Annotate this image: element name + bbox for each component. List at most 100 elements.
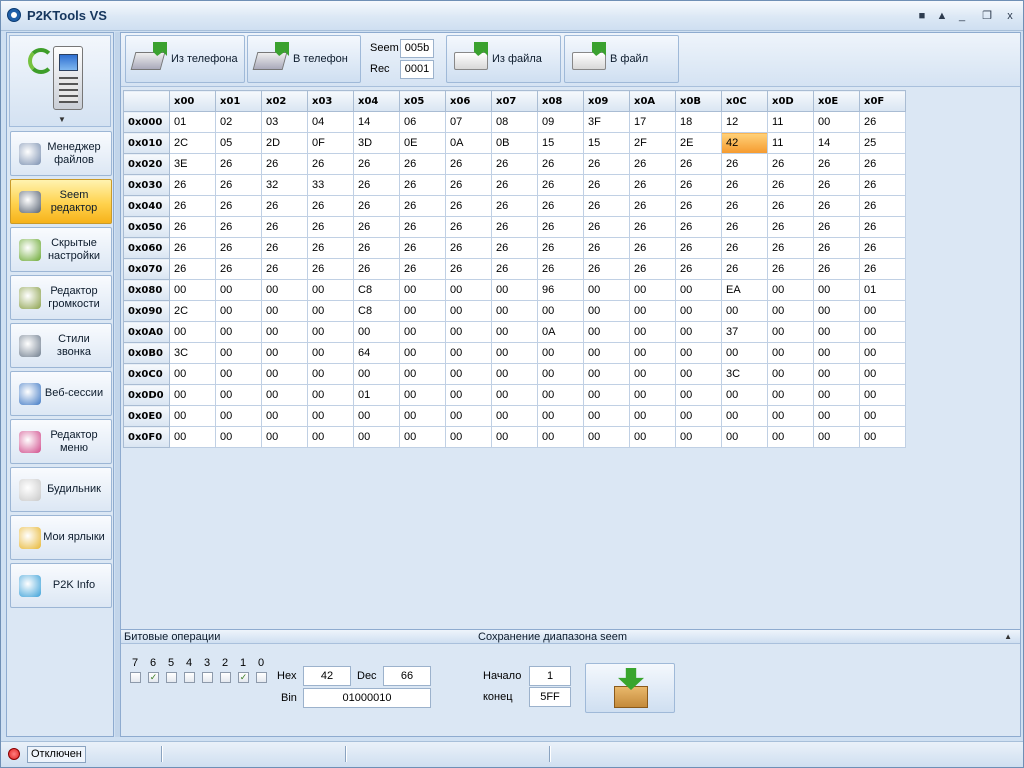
byte-cell[interactable]: 0A [445, 132, 492, 154]
byte-cell[interactable]: 12 [721, 111, 768, 133]
byte-cell[interactable]: 00 [583, 342, 630, 364]
byte-cell[interactable]: 00 [629, 321, 676, 343]
byte-cell[interactable]: 26 [629, 153, 676, 175]
row-address-header[interactable]: 0x050 [123, 216, 170, 238]
row-address-header[interactable]: 0x0B0 [123, 342, 170, 364]
byte-cell[interactable]: 00 [859, 342, 906, 364]
window-close-button[interactable]: x [1002, 9, 1018, 23]
byte-cell[interactable]: 26 [859, 111, 906, 133]
byte-cell[interactable]: 00 [353, 426, 400, 448]
byte-cell[interactable]: 26 [675, 174, 722, 196]
byte-cell[interactable]: 00 [629, 342, 676, 364]
byte-cell[interactable]: 3E [169, 153, 216, 175]
byte-cell[interactable]: 00 [721, 384, 768, 406]
byte-cell[interactable]: 26 [537, 174, 584, 196]
byte-cell[interactable]: 2E [675, 132, 722, 154]
byte-cell[interactable]: 00 [767, 300, 814, 322]
byte-cell[interactable]: 3C [721, 363, 768, 385]
bit-checkbox[interactable]: ✓ [238, 672, 249, 683]
byte-cell[interactable]: 26 [491, 258, 538, 280]
byte-cell[interactable]: 00 [583, 321, 630, 343]
byte-cell[interactable]: 26 [629, 195, 676, 217]
byte-cell[interactable]: 26 [215, 174, 262, 196]
byte-cell[interactable]: 26 [583, 174, 630, 196]
byte-cell[interactable]: 26 [629, 174, 676, 196]
byte-cell[interactable]: 09 [537, 111, 584, 133]
byte-cell[interactable]: 26 [675, 216, 722, 238]
byte-cell[interactable]: 64 [353, 342, 400, 364]
byte-cell[interactable]: 26 [859, 195, 906, 217]
byte-cell[interactable]: 00 [399, 426, 446, 448]
byte-cell[interactable]: 2C [169, 132, 216, 154]
byte-cell[interactable]: 00 [445, 363, 492, 385]
byte-cell[interactable]: 00 [537, 384, 584, 406]
byte-cell[interactable]: 26 [445, 216, 492, 238]
column-header[interactable]: x02 [261, 90, 308, 112]
byte-cell[interactable]: 00 [445, 405, 492, 427]
byte-cell[interactable]: 26 [353, 258, 400, 280]
sidebar-item-volume-editor[interactable]: Редактор громкости [10, 275, 112, 320]
byte-cell[interactable]: 00 [261, 342, 308, 364]
byte-cell[interactable]: 00 [399, 363, 446, 385]
row-address-header[interactable]: 0x080 [123, 279, 170, 301]
byte-cell[interactable]: 00 [399, 384, 446, 406]
row-address-header[interactable]: 0x090 [123, 300, 170, 322]
byte-cell[interactable]: 26 [721, 237, 768, 259]
byte-cell[interactable]: 01 [353, 384, 400, 406]
byte-cell[interactable]: 00 [583, 363, 630, 385]
byte-cell[interactable]: 18 [675, 111, 722, 133]
byte-cell[interactable]: 00 [445, 342, 492, 364]
byte-cell[interactable]: 26 [583, 195, 630, 217]
byte-cell[interactable]: 00 [215, 300, 262, 322]
row-address-header[interactable]: 0x0C0 [123, 363, 170, 385]
byte-cell[interactable]: 26 [169, 174, 216, 196]
byte-cell[interactable]: 00 [307, 342, 354, 364]
byte-cell[interactable]: 00 [859, 405, 906, 427]
byte-cell[interactable]: 26 [399, 216, 446, 238]
byte-cell[interactable]: 00 [445, 300, 492, 322]
byte-cell[interactable]: 00 [675, 279, 722, 301]
byte-cell[interactable]: 26 [583, 216, 630, 238]
byte-cell[interactable]: 00 [629, 426, 676, 448]
byte-cell[interactable]: 0F [307, 132, 354, 154]
row-address-header[interactable]: 0x060 [123, 237, 170, 259]
byte-cell[interactable]: 25 [859, 132, 906, 154]
byte-cell[interactable]: 26 [491, 237, 538, 259]
byte-cell[interactable]: 00 [491, 363, 538, 385]
byte-cell[interactable]: 00 [261, 426, 308, 448]
byte-cell[interactable]: 0B [491, 132, 538, 154]
byte-cell[interactable]: 00 [767, 384, 814, 406]
row-address-header[interactable]: 0x0D0 [123, 384, 170, 406]
save-to-file-button[interactable]: В файл [564, 35, 679, 83]
byte-cell[interactable]: 00 [169, 384, 216, 406]
row-address-header[interactable]: 0x000 [123, 111, 170, 133]
byte-cell[interactable]: 0A [537, 321, 584, 343]
column-header[interactable]: x04 [353, 90, 400, 112]
byte-cell[interactable]: 26 [583, 258, 630, 280]
byte-cell[interactable]: 15 [537, 132, 584, 154]
byte-cell[interactable]: 26 [491, 174, 538, 196]
byte-cell[interactable]: 26 [583, 237, 630, 259]
byte-cell[interactable]: 26 [675, 153, 722, 175]
byte-cell[interactable]: 00 [675, 426, 722, 448]
row-address-header[interactable]: 0x020 [123, 153, 170, 175]
byte-cell[interactable]: 00 [215, 426, 262, 448]
byte-cell[interactable]: 26 [215, 195, 262, 217]
byte-cell[interactable]: 00 [629, 405, 676, 427]
byte-cell[interactable]: 00 [859, 363, 906, 385]
byte-cell[interactable]: 00 [583, 405, 630, 427]
byte-cell[interactable]: 00 [537, 342, 584, 364]
byte-cell[interactable]: 06 [399, 111, 446, 133]
byte-cell[interactable]: 00 [353, 321, 400, 343]
byte-cell[interactable]: 15 [583, 132, 630, 154]
byte-cell[interactable]: 00 [353, 405, 400, 427]
byte-cell[interactable]: 26 [169, 237, 216, 259]
window-rollup-button[interactable]: ▲ [934, 9, 950, 23]
byte-cell[interactable]: 26 [307, 237, 354, 259]
sidebar-item-p2k-info[interactable]: P2K Info [10, 563, 112, 608]
byte-cell[interactable]: 26 [767, 195, 814, 217]
byte-cell[interactable]: 00 [537, 405, 584, 427]
row-address-header[interactable]: 0x0E0 [123, 405, 170, 427]
byte-cell[interactable]: 00 [813, 279, 860, 301]
byte-cell[interactable]: 00 [399, 300, 446, 322]
